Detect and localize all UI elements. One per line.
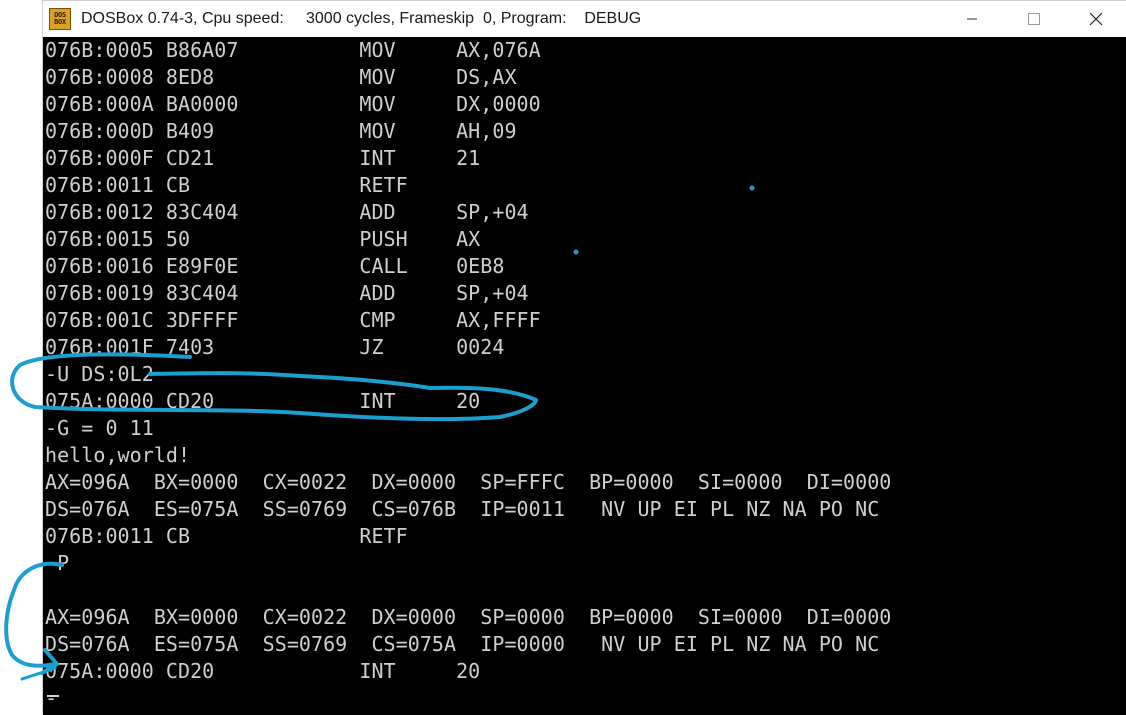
dos-terminal-screen[interactable]: 076B:0005 B86A07 MOV AX,076A 076B:0008 8E… (43, 37, 1126, 715)
terminal-line: -P (45, 551, 70, 575)
terminal-line: 076B:0011 CB RETF (45, 524, 408, 548)
terminal-line: 076B:0011 CB RETF (45, 173, 408, 197)
minimize-button[interactable] (941, 1, 1003, 37)
terminal-line: AX=096A BX=0000 CX=0022 DX=0000 SP=FFFC … (45, 470, 892, 494)
dosbox-window: DOS BOX DOSBox 0.74-3, Cpu speed: 3000 c… (42, 0, 1126, 715)
terminal-line: DS=076A ES=075A SS=0769 CS=076B IP=0011 … (45, 497, 880, 521)
terminal-line: 076B:001F 7403 JZ 0024 (45, 335, 505, 359)
terminal-line: AX=096A BX=0000 CX=0022 DX=0000 SP=0000 … (45, 605, 892, 629)
terminal-line: 075A:0000 CD20 INT 20 (45, 659, 481, 683)
dosbox-app-icon[interactable]: DOS BOX (49, 8, 71, 30)
maximize-icon (1028, 13, 1040, 25)
app-icon-text-bottom: BOX (54, 18, 66, 26)
terminal-line: 076B:0016 E89F0E CALL 0EB8 (45, 254, 505, 278)
terminal-line: 075A:0000 CD20 INT 20 (45, 389, 481, 413)
terminal-line: 076B:001C 3DFFFF CMP AX,FFFF (45, 308, 541, 332)
terminal-line: 076B:0015 50 PUSH AX (45, 227, 481, 251)
minimize-icon (967, 18, 977, 20)
terminal-line: -U DS:0L2 (45, 362, 154, 386)
terminal-line: hello,world! (45, 443, 191, 467)
window-controls (941, 1, 1126, 37)
terminal-line: 076B:0019 83C404 ADD SP,+04 (45, 281, 529, 305)
close-icon (1089, 12, 1103, 26)
terminal-line: 076B:0012 83C404 ADD SP,+04 (45, 200, 529, 224)
terminal-line: 076B:000A BA0000 MOV DX,0000 (45, 92, 541, 116)
terminal-line: -G = 0 11 (45, 416, 154, 440)
terminal-line: DS=076A ES=075A SS=0769 CS=075A IP=0000 … (45, 632, 880, 656)
title-bar[interactable]: DOS BOX DOSBox 0.74-3, Cpu speed: 3000 c… (43, 1, 1126, 37)
terminal-line: 076B:000F CD21 INT 21 (45, 146, 481, 170)
terminal-line: 076B:000D B409 MOV AH,09 (45, 119, 517, 143)
terminal-line: 076B:0008 8ED8 MOV DS,AX (45, 65, 517, 89)
maximize-button[interactable] (1003, 1, 1065, 37)
terminal-line: - (45, 686, 58, 710)
window-title: DOSBox 0.74-3, Cpu speed: 3000 cycles, F… (81, 10, 642, 27)
terminal-line: 076B:0005 B86A07 MOV AX,076A (45, 38, 541, 62)
close-button[interactable] (1065, 1, 1126, 37)
